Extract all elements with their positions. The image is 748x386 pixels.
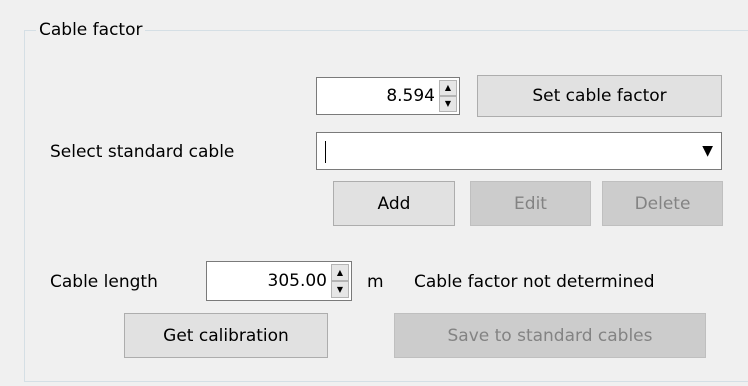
save-to-standard-cables-button[interactable]: Save to standard cables [394,313,706,358]
select-standard-cable-label: Select standard cable [50,142,235,162]
dropdown-arrow-icon[interactable]: ▼ [702,133,713,169]
cable-length-unit: m [367,272,384,292]
down-arrow-icon[interactable]: ▼ [331,281,349,298]
edit-button[interactable]: Edit [470,181,591,226]
delete-button[interactable]: Delete [602,181,723,226]
cable-length-label: Cable length [50,272,158,292]
cable-length-spinbox[interactable]: 305.00 ▲ ▼ [206,261,352,301]
cable-factor-status: Cable factor not determined [414,272,655,292]
standard-cable-select[interactable]: ▼ [316,132,722,170]
add-button[interactable]: Add [333,181,455,226]
up-arrow-icon[interactable]: ▲ [439,80,457,96]
text-caret [325,141,326,163]
cable-factor-spinbox[interactable]: 8.594 ▲ ▼ [316,77,460,115]
groupbox-title: Cable factor [36,18,146,42]
cable-factor-value: 8.594 [386,86,435,106]
down-arrow-icon[interactable]: ▼ [439,96,457,112]
up-arrow-icon[interactable]: ▲ [331,264,349,281]
cable-length-value: 305.00 [267,271,327,291]
set-cable-factor-button[interactable]: Set cable factor [477,75,722,117]
get-calibration-button[interactable]: Get calibration [124,313,328,358]
